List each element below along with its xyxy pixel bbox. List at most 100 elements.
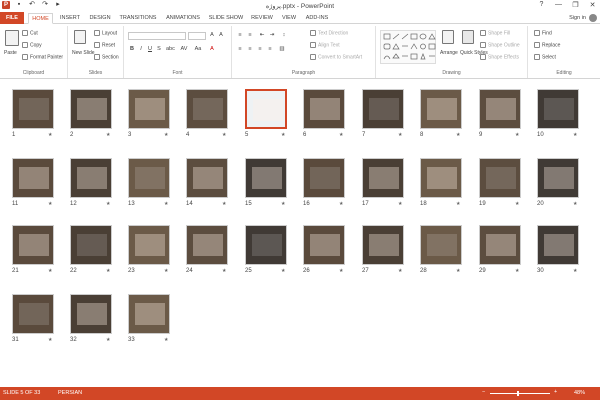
align-right-icon[interactable]: ≡ [256, 46, 264, 53]
transition-star-icon[interactable]: ★ [281, 201, 285, 207]
slide-thumbnail[interactable] [479, 225, 521, 265]
transition-star-icon[interactable]: ★ [339, 201, 343, 207]
avatar[interactable] [589, 14, 597, 22]
slide-thumbnail[interactable] [128, 158, 170, 198]
increase-indent-icon[interactable]: ⇥ [268, 32, 276, 39]
slide-thumbnail[interactable] [70, 294, 112, 334]
tab-insert[interactable]: INSERT [56, 13, 84, 24]
arrange-icon[interactable] [442, 30, 454, 44]
replace-button[interactable]: Replace [534, 42, 560, 48]
shrink-font-button[interactable]: A [217, 32, 225, 39]
slide-thumbnail[interactable] [186, 158, 228, 198]
transition-star-icon[interactable]: ★ [48, 337, 52, 343]
transition-star-icon[interactable]: ★ [106, 337, 110, 343]
slide-thumbnail[interactable] [303, 89, 345, 129]
transition-star-icon[interactable]: ★ [281, 268, 285, 274]
tab-transitions[interactable]: TRANSITIONS [116, 13, 160, 24]
slide-thumbnail[interactable] [479, 158, 521, 198]
font-color-button[interactable]: A [208, 46, 216, 53]
save-icon[interactable]: ▪ [15, 1, 23, 9]
paste-button[interactable]: Paste [4, 50, 17, 56]
transition-star-icon[interactable]: ★ [456, 201, 460, 207]
slide-thumbnail[interactable] [186, 225, 228, 265]
slide-thumbnail[interactable] [479, 89, 521, 129]
transition-star-icon[interactable]: ★ [339, 132, 343, 138]
slide-thumbnail[interactable] [245, 89, 287, 129]
transition-star-icon[interactable]: ★ [164, 201, 168, 207]
slide-thumbnail[interactable] [12, 89, 54, 129]
language-indicator[interactable]: PERSIAN [58, 390, 82, 396]
close-icon[interactable]: ✕ [588, 1, 597, 9]
transition-star-icon[interactable]: ★ [164, 337, 168, 343]
slide-thumbnail[interactable] [186, 89, 228, 129]
transition-star-icon[interactable]: ★ [456, 132, 460, 138]
select-button[interactable]: Select [534, 54, 556, 60]
shape-outline-button[interactable]: Shape Outline [480, 42, 520, 48]
zoom-out-icon[interactable]: − [482, 389, 485, 395]
slide-thumbnail[interactable] [128, 225, 170, 265]
transition-star-icon[interactable]: ★ [48, 268, 52, 274]
tab-view[interactable]: VIEW [278, 13, 300, 24]
slide-thumbnail[interactable] [245, 158, 287, 198]
zoom-level[interactable]: 48% [574, 390, 585, 396]
convert-smartart-button[interactable]: Convert to SmartArt [310, 54, 362, 60]
shape-effects-button[interactable]: Shape Effects [480, 54, 519, 60]
tab-slide-show[interactable]: SLIDE SHOW [206, 13, 246, 24]
transition-star-icon[interactable]: ★ [222, 132, 226, 138]
tab-add-ins[interactable]: ADD-INS [302, 13, 332, 24]
sign-in-link[interactable]: Sign in [569, 15, 586, 21]
slide-thumbnail[interactable] [70, 89, 112, 129]
paste-icon[interactable] [5, 30, 19, 46]
bullets-icon[interactable]: ≡ [236, 32, 244, 39]
transition-star-icon[interactable]: ★ [339, 268, 343, 274]
slide-thumbnail[interactable] [128, 89, 170, 129]
slide-thumbnail[interactable] [420, 89, 462, 129]
decrease-indent-icon[interactable]: ⇤ [258, 32, 266, 39]
slide-thumbnail[interactable] [420, 158, 462, 198]
transition-star-icon[interactable]: ★ [573, 268, 577, 274]
slide-thumbnail[interactable] [362, 89, 404, 129]
zoom-slider-thumb[interactable] [517, 391, 519, 396]
align-text-button[interactable]: Align Text [310, 42, 340, 48]
layout-button[interactable]: Layout [94, 30, 117, 36]
font-name-box[interactable] [128, 32, 186, 40]
slide-thumbnail[interactable] [303, 225, 345, 265]
transition-star-icon[interactable]: ★ [398, 201, 402, 207]
tab-animations[interactable]: ANIMATIONS [162, 13, 204, 24]
cut-button[interactable]: Cut [22, 30, 38, 36]
slideshow-from-start-icon[interactable]: ▸ [54, 1, 62, 9]
slide-thumbnail[interactable] [537, 225, 579, 265]
restore-icon[interactable]: ❐ [571, 1, 580, 9]
slide-thumbnail[interactable] [12, 294, 54, 334]
slide-thumbnail[interactable] [537, 158, 579, 198]
find-button[interactable]: Find [534, 30, 552, 36]
slide-thumbnail[interactable] [362, 225, 404, 265]
new-slide-icon[interactable] [74, 30, 86, 44]
transition-star-icon[interactable]: ★ [456, 268, 460, 274]
quick-styles-icon[interactable] [462, 30, 474, 44]
slide-thumbnail[interactable] [303, 158, 345, 198]
transition-star-icon[interactable]: ★ [106, 132, 110, 138]
shapes-gallery[interactable] [380, 30, 436, 64]
arrange-button[interactable]: Arrange [440, 50, 458, 56]
line-spacing-icon[interactable]: ↕ [280, 32, 288, 39]
help-icon[interactable]: ? [537, 1, 546, 9]
section-button[interactable]: Section [94, 54, 119, 60]
undo-icon[interactable]: ↶ [28, 1, 36, 9]
transition-star-icon[interactable]: ★ [48, 132, 52, 138]
transition-star-icon[interactable]: ★ [398, 132, 402, 138]
italic-button[interactable]: I [137, 46, 145, 53]
slide-thumbnail[interactable] [128, 294, 170, 334]
justify-icon[interactable]: ≡ [266, 46, 274, 53]
bold-button[interactable]: B [128, 46, 136, 53]
strikethrough-icon[interactable]: abc [166, 46, 175, 53]
tab-file[interactable]: FILE [0, 12, 24, 24]
slide-thumbnail[interactable] [12, 158, 54, 198]
format-painter-button[interactable]: Format Painter [22, 54, 63, 60]
transition-star-icon[interactable]: ★ [164, 132, 168, 138]
slide-thumbnail[interactable] [12, 225, 54, 265]
align-center-icon[interactable]: ≡ [246, 46, 254, 53]
tab-home[interactable]: HOME [28, 13, 53, 24]
slide-thumbnail[interactable] [70, 158, 112, 198]
transition-star-icon[interactable]: ★ [515, 201, 519, 207]
